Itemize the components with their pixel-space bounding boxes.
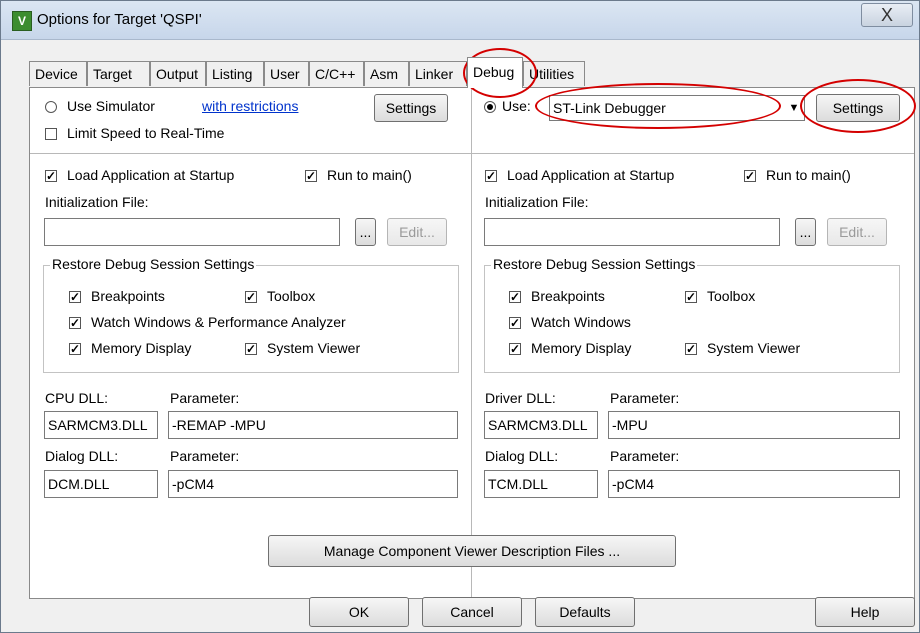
dialog-dll-label: Dialog DLL: bbox=[45, 448, 119, 464]
right-init-file-edit-button[interactable]: Edit... bbox=[827, 218, 887, 246]
right-breakpoints-checkbox[interactable]: ✓ bbox=[509, 291, 521, 303]
dialog-parameter-label: Parameter: bbox=[170, 448, 240, 464]
cpu-dll-label: CPU DLL: bbox=[45, 390, 109, 406]
run-to-main-checkbox[interactable]: ✓ bbox=[305, 170, 317, 182]
breakpoints-checkbox[interactable]: ✓ bbox=[69, 291, 81, 303]
right-watch-windows-label: Watch Windows bbox=[531, 314, 631, 330]
right-load-app-label: Load Application at Startup bbox=[507, 167, 675, 183]
cancel-button[interactable]: Cancel bbox=[422, 597, 522, 627]
memory-display-label: Memory Display bbox=[91, 340, 192, 356]
limit-speed-label: Limit Speed to Real-Time bbox=[67, 125, 225, 141]
tab-user[interactable]: User bbox=[264, 61, 309, 86]
right-dialog-parameter-input[interactable]: -pCM4 bbox=[608, 470, 900, 498]
toolbox-label: Toolbox bbox=[267, 288, 316, 304]
driver-dll-label: Driver DLL: bbox=[485, 390, 556, 406]
title-bar: V Options for Target 'QSPI' X bbox=[1, 1, 919, 40]
annotation-circle-debugger bbox=[535, 83, 781, 129]
cpu-parameter-label: Parameter: bbox=[170, 390, 240, 406]
tab-debug[interactable]: Debug bbox=[467, 57, 523, 88]
right-system-viewer-label: System Viewer bbox=[707, 340, 801, 356]
tab-output[interactable]: Output bbox=[150, 61, 206, 86]
tab-cpp[interactable]: C/C++ bbox=[309, 61, 364, 86]
right-dialog-parameter-label: Parameter: bbox=[610, 448, 680, 464]
system-viewer-label: System Viewer bbox=[267, 340, 361, 356]
right-init-file-input[interactable] bbox=[484, 218, 780, 246]
watch-windows-label: Watch Windows & Performance Analyzer bbox=[91, 314, 346, 330]
right-restore-settings-title: Restore Debug Session Settings bbox=[491, 256, 698, 272]
right-breakpoints-label: Breakpoints bbox=[531, 288, 605, 304]
cpu-parameter-input[interactable]: -REMAP -MPU bbox=[168, 411, 458, 439]
right-init-file-label: Initialization File: bbox=[485, 194, 589, 210]
manage-component-viewer-button[interactable]: Manage Component Viewer Description File… bbox=[268, 535, 676, 567]
options-dialog: V Options for Target 'QSPI' X Device Tar… bbox=[0, 0, 920, 633]
right-dialog-dll-input[interactable]: TCM.DLL bbox=[484, 470, 598, 498]
system-viewer-checkbox[interactable]: ✓ bbox=[245, 343, 257, 355]
right-dialog-dll-label: Dialog DLL: bbox=[485, 448, 559, 464]
app-icon: V bbox=[12, 11, 32, 31]
column-divider bbox=[471, 88, 472, 598]
right-watch-windows-checkbox[interactable]: ✓ bbox=[509, 317, 521, 329]
right-load-app-checkbox[interactable]: ✓ bbox=[485, 170, 497, 182]
close-button[interactable]: X bbox=[861, 3, 913, 27]
tab-device[interactable]: Device bbox=[29, 61, 87, 86]
debug-panel: Use Simulator with restrictions Settings… bbox=[29, 87, 915, 599]
breakpoints-label: Breakpoints bbox=[91, 288, 165, 304]
right-memory-display-checkbox[interactable]: ✓ bbox=[509, 343, 521, 355]
help-button[interactable]: Help bbox=[815, 597, 915, 627]
annotation-circle-settings bbox=[800, 79, 916, 133]
ok-button[interactable]: OK bbox=[309, 597, 409, 627]
right-run-to-main-label: Run to main() bbox=[766, 167, 851, 183]
window-title: Options for Target 'QSPI' bbox=[37, 11, 202, 28]
restrictions-link[interactable]: with restrictions bbox=[202, 98, 298, 114]
right-toolbox-checkbox[interactable]: ✓ bbox=[685, 291, 697, 303]
init-file-label: Initialization File: bbox=[45, 194, 149, 210]
load-app-checkbox[interactable]: ✓ bbox=[45, 170, 57, 182]
use-simulator-label: Use Simulator bbox=[67, 98, 155, 114]
tab-asm[interactable]: Asm bbox=[364, 61, 409, 86]
right-run-to-main-checkbox[interactable]: ✓ bbox=[744, 170, 756, 182]
cpu-dll-input[interactable]: SARMCM3.DLL bbox=[44, 411, 158, 439]
tab-linker[interactable]: Linker bbox=[409, 61, 467, 86]
use-debugger-radio[interactable] bbox=[484, 101, 496, 113]
right-system-viewer-checkbox[interactable]: ✓ bbox=[685, 343, 697, 355]
load-app-label: Load Application at Startup bbox=[67, 167, 235, 183]
toolbox-checkbox[interactable]: ✓ bbox=[245, 291, 257, 303]
driver-dll-input[interactable]: SARMCM3.DLL bbox=[484, 411, 598, 439]
memory-display-checkbox[interactable]: ✓ bbox=[69, 343, 81, 355]
right-memory-display-label: Memory Display bbox=[531, 340, 632, 356]
tab-listing[interactable]: Listing bbox=[206, 61, 264, 86]
dialog-dll-input[interactable]: DCM.DLL bbox=[44, 470, 158, 498]
limit-speed-checkbox[interactable] bbox=[45, 128, 57, 140]
right-divider bbox=[472, 153, 914, 154]
use-debugger-label: Use: bbox=[502, 98, 531, 114]
run-to-main-label: Run to main() bbox=[327, 167, 412, 183]
init-file-input[interactable] bbox=[44, 218, 340, 246]
right-toolbox-label: Toolbox bbox=[707, 288, 756, 304]
restore-settings-title: Restore Debug Session Settings bbox=[50, 256, 257, 272]
dialog-parameter-input[interactable]: -pCM4 bbox=[168, 470, 458, 498]
watch-windows-checkbox[interactable]: ✓ bbox=[69, 317, 81, 329]
init-file-edit-button[interactable]: Edit... bbox=[387, 218, 447, 246]
driver-parameter-label: Parameter: bbox=[610, 390, 680, 406]
defaults-button[interactable]: Defaults bbox=[535, 597, 635, 627]
simulator-settings-button[interactable]: Settings bbox=[374, 94, 448, 122]
tab-target[interactable]: Target bbox=[87, 61, 150, 86]
left-divider bbox=[30, 153, 471, 154]
init-file-browse-button[interactable]: ... bbox=[355, 218, 376, 246]
use-simulator-radio[interactable] bbox=[45, 101, 57, 113]
driver-parameter-input[interactable]: -MPU bbox=[608, 411, 900, 439]
right-init-file-browse-button[interactable]: ... bbox=[795, 218, 816, 246]
